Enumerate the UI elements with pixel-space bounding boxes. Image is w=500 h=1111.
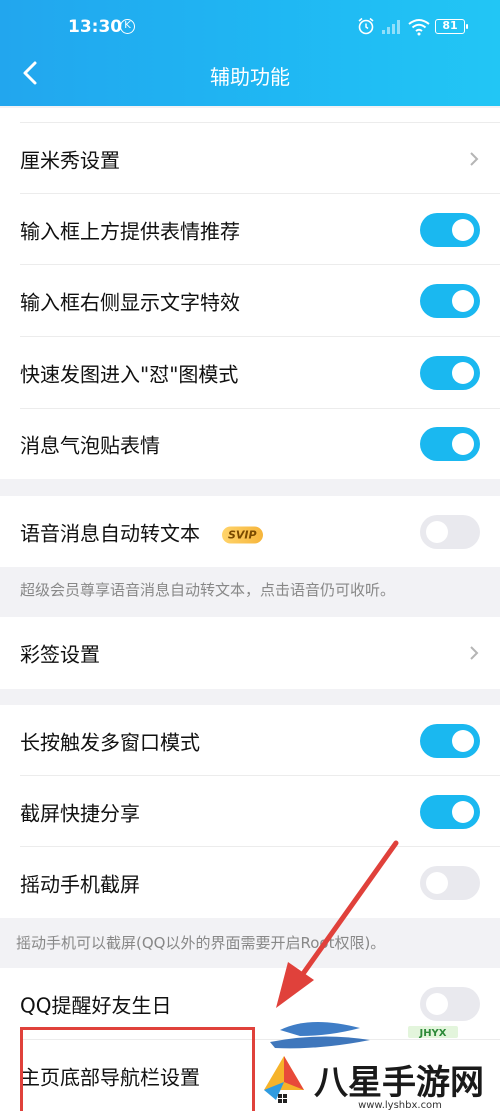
setting-row-bubble-sticker: 消息气泡贴表情 (0, 409, 500, 479)
shake-note-text: 摇动手机可以截屏(QQ以外的界面需要开启Root权限)。 (16, 934, 386, 952)
watermark-tag: JHYX (418, 1028, 446, 1039)
toggle-knob (452, 800, 474, 823)
toggle-knob (426, 871, 448, 894)
bubble-sticker-toggle[interactable] (420, 427, 480, 461)
emoji-suggest-toggle[interactable] (420, 212, 480, 247)
status-bar: 13:30 K 81 (0, 0, 500, 52)
voice-to-text-label: 语音消息自动转文本 (20, 521, 200, 545)
svip-badge: SVIP (222, 526, 263, 543)
toggle-knob (452, 218, 474, 241)
chevron-right-icon (470, 151, 479, 166)
multiwindow-toggle[interactable] (420, 723, 480, 758)
setting-row-emoji-suggest: 输入框上方提供表情推荐 (0, 194, 500, 265)
clock: 13:30 (68, 17, 123, 37)
toggle-knob (452, 729, 474, 752)
setting-label: 消息气泡贴表情 (20, 433, 160, 458)
setting-label: 彩签设置 (20, 642, 100, 667)
voice-note-text: 超级会员尊享语音消息自动转文本，点击语音仍可收听。 (20, 581, 396, 599)
alarm-icon (358, 17, 374, 35)
setting-row-color-sign[interactable]: 彩签设置 (0, 617, 500, 689)
setting-row-shake-screenshot: 摇动手机截屏 (0, 847, 500, 918)
list-top-spacer (0, 108, 500, 123)
setting-label: QQ提醒好友生日 (20, 993, 172, 1018)
setting-row-quick-image: 快速发图进入"怼"图模式 (0, 337, 500, 409)
app-header: 13:30 K 81 辅助功能 (0, 0, 500, 106)
text-effect-toggle[interactable] (420, 284, 480, 318)
signal-icon (382, 20, 400, 34)
setting-row-multiwindow: 长按触发多窗口模式 (0, 705, 500, 776)
highlight-box (20, 1027, 255, 1111)
chevron-right-icon (470, 646, 479, 660)
wifi-icon (408, 19, 430, 36)
toggle-knob (452, 290, 474, 312)
setting-label: 输入框右侧显示文字特效 (20, 290, 240, 315)
battery-indicator: 81 (435, 19, 468, 34)
toggle-knob (452, 433, 474, 455)
voice-to-text-toggle[interactable] (420, 514, 480, 549)
shake-screenshot-toggle[interactable] (420, 865, 480, 900)
page-title: 辅助功能 (210, 65, 290, 89)
watermark-url: www.lyshbx.com (358, 1100, 442, 1111)
screenshot-share-toggle[interactable] (420, 794, 480, 829)
setting-label: 厘米秀设置 (20, 148, 120, 172)
setting-row-screenshot-share: 截屏快捷分享 (0, 776, 500, 847)
setting-row-voice-to-text: 语音消息自动转文本 SVIP (0, 496, 500, 567)
toggle-knob (452, 362, 474, 384)
setting-label: 语音消息自动转文本 SVIP (20, 517, 263, 546)
toggle-knob (426, 520, 448, 543)
setting-label: 截屏快捷分享 (20, 801, 140, 825)
watermark-brand: 八星手游网 (314, 1063, 484, 1103)
site-watermark: JHYX 八星手游网 www.lyshbx.com (258, 1021, 485, 1111)
setting-row-text-effect: 输入框右侧显示文字特效 (0, 265, 500, 337)
setting-label: 摇动手机截屏 (20, 872, 140, 896)
quick-image-toggle[interactable] (420, 356, 480, 390)
setting-label: 输入框上方提供表情推荐 (20, 219, 240, 243)
setting-label: 长按触发多窗口模式 (20, 730, 200, 754)
k-notification-icon: K (120, 19, 135, 34)
setting-row-cmshow[interactable]: 厘米秀设置 (0, 123, 500, 194)
setting-label: 快速发图进入"怼"图模式 (20, 362, 239, 387)
